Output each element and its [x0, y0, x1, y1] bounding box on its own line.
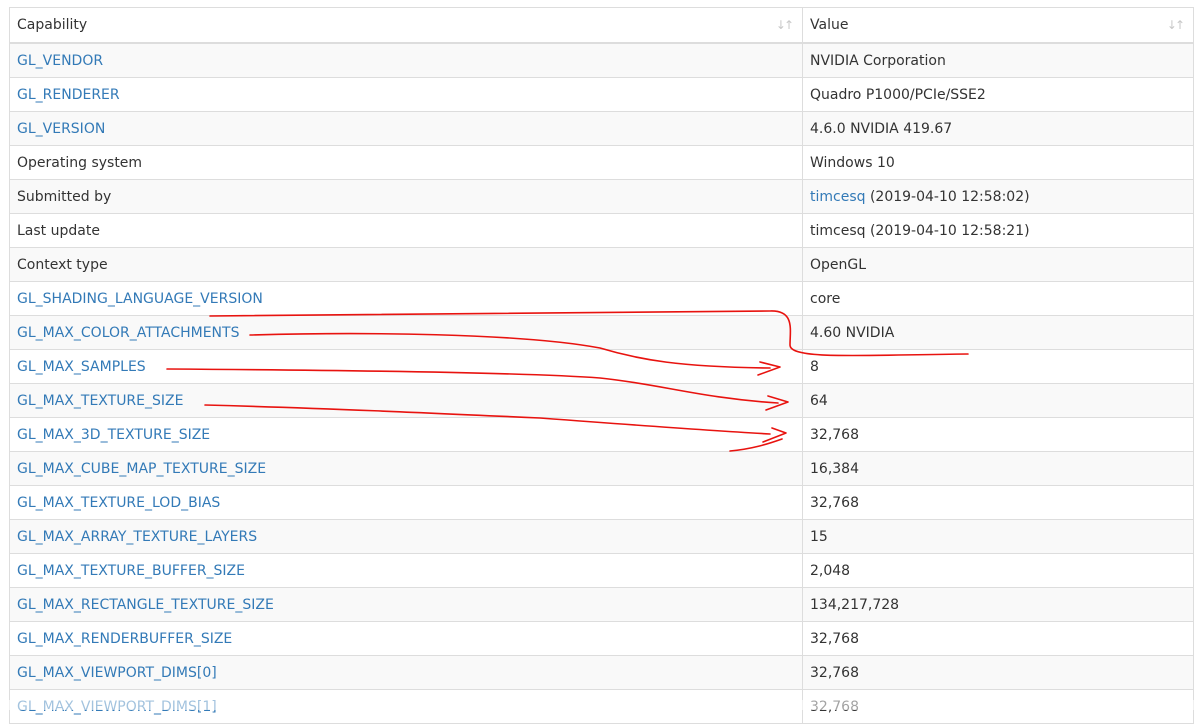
- value-cell: 15: [802, 520, 1193, 553]
- capability-link[interactable]: GL_MAX_RENDERBUFFER_SIZE: [10, 622, 802, 655]
- value-cell: 16,384: [802, 452, 1193, 485]
- column-header-label: Value: [810, 17, 849, 33]
- capability-link[interactable]: GL_MAX_SAMPLES: [10, 350, 802, 383]
- sort-arrows-icon[interactable]: ↓↑: [1167, 8, 1185, 42]
- value-cell: 32,768: [802, 656, 1193, 689]
- table-row: GL_MAX_SAMPLES 8: [10, 350, 1193, 384]
- table-row: GL_MAX_COLOR_ATTACHMENTS 4.60 NVIDIA: [10, 316, 1193, 350]
- capability-link[interactable]: GL_MAX_ARRAY_TEXTURE_LAYERS: [10, 520, 802, 553]
- column-header-label: Capability: [17, 17, 88, 33]
- value-cell: NVIDIA Corporation: [802, 44, 1193, 77]
- capability-link[interactable]: GL_MAX_RECTANGLE_TEXTURE_SIZE: [10, 588, 802, 621]
- column-header-capability[interactable]: Capability ↓↑: [10, 8, 802, 42]
- capability-label: Context type: [17, 257, 108, 273]
- capability-link[interactable]: GL_MAX_TEXTURE_BUFFER_SIZE: [10, 554, 802, 587]
- capability-link[interactable]: GL_MAX_CUBE_MAP_TEXTURE_SIZE: [10, 452, 802, 485]
- capability-link[interactable]: GL_MAX_COLOR_ATTACHMENTS: [10, 316, 802, 349]
- scroll-fade: [0, 700, 1200, 710]
- capabilities-table: Capability ↓↑ Value ↓↑ GL_VENDOR NVIDIA C…: [9, 7, 1194, 724]
- table-row: GL_RENDERER Quadro P1000/PCIe/SSE2: [10, 78, 1193, 112]
- value-text: (2019-04-10 12:58:02): [865, 189, 1030, 205]
- value-cell: OpenGL: [802, 248, 1193, 281]
- value-cell: timcesq (2019-04-10 12:58:21): [802, 214, 1193, 247]
- table-row: Last update timcesq (2019-04-10 12:58:21): [10, 214, 1193, 248]
- table-row: GL_MAX_ARRAY_TEXTURE_LAYERS 15: [10, 520, 1193, 554]
- capability-label: Last update: [17, 223, 100, 239]
- table-row: GL_SHADING_LANGUAGE_VERSION core: [10, 282, 1193, 316]
- table-row: Submitted by timcesq (2019-04-10 12:58:02…: [10, 180, 1193, 214]
- column-header-value[interactable]: Value ↓↑: [802, 8, 1193, 42]
- capability-label: Submitted by: [17, 189, 112, 205]
- capability-link[interactable]: GL_MAX_TEXTURE_LOD_BIAS: [10, 486, 802, 519]
- value-cell: 134,217,728: [802, 588, 1193, 621]
- table-row: GL_MAX_TEXTURE_LOD_BIAS 32,768: [10, 486, 1193, 520]
- table-row: Context type OpenGL: [10, 248, 1193, 282]
- table-row: GL_MAX_TEXTURE_BUFFER_SIZE 2,048: [10, 554, 1193, 588]
- capability-link[interactable]: GL_MAX_3D_TEXTURE_SIZE: [10, 418, 802, 451]
- capability-link[interactable]: GL_VENDOR: [10, 44, 802, 77]
- table-body: GL_VENDOR NVIDIA Corporation GL_RENDERER Qu…: [10, 44, 1193, 724]
- capability-link[interactable]: GL_MAX_TEXTURE_SIZE: [10, 384, 802, 417]
- value-cell: 2,048: [802, 554, 1193, 587]
- table-header: Capability ↓↑ Value ↓↑: [10, 7, 1193, 44]
- value-cell: Windows 10: [802, 146, 1193, 179]
- table-row: GL_VERSION 4.6.0 NVIDIA 419.67: [10, 112, 1193, 146]
- capability-link[interactable]: GL_RENDERER: [10, 78, 802, 111]
- capability-link[interactable]: GL_MAX_VIEWPORT_DIMS[0]: [10, 656, 802, 689]
- table-row: Operating system Windows 10: [10, 146, 1193, 180]
- value-cell: core: [802, 282, 1193, 315]
- value-cell: 32,768: [802, 486, 1193, 519]
- value-cell: 8: [802, 350, 1193, 383]
- table-row: GL_MAX_CUBE_MAP_TEXTURE_SIZE 16,384: [10, 452, 1193, 486]
- sort-arrows-icon[interactable]: ↓↑: [776, 8, 794, 42]
- value-cell: Quadro P1000/PCIe/SSE2: [802, 78, 1193, 111]
- capability-link[interactable]: GL_SHADING_LANGUAGE_VERSION: [10, 282, 802, 315]
- table-row: GL_VENDOR NVIDIA Corporation: [10, 44, 1193, 78]
- submitter-link[interactable]: timcesq: [810, 189, 866, 205]
- value-cell: 32,768: [802, 418, 1193, 451]
- capability-link[interactable]: GL_VERSION: [10, 112, 802, 145]
- table-row: GL_MAX_RECTANGLE_TEXTURE_SIZE 134,217,728: [10, 588, 1193, 622]
- table-row: GL_MAX_3D_TEXTURE_SIZE 32,768: [10, 418, 1193, 452]
- table-row: GL_MAX_TEXTURE_SIZE 64: [10, 384, 1193, 418]
- value-cell: 4.6.0 NVIDIA 419.67: [802, 112, 1193, 145]
- table-row: GL_MAX_VIEWPORT_DIMS[0] 32,768: [10, 656, 1193, 690]
- value-cell: 32,768: [802, 622, 1193, 655]
- table-row: GL_MAX_RENDERBUFFER_SIZE 32,768: [10, 622, 1193, 656]
- value-cell: 4.60 NVIDIA: [802, 316, 1193, 349]
- value-cell: 64: [802, 384, 1193, 417]
- capability-label: Operating system: [17, 155, 143, 171]
- value-cell: timcesq (2019-04-10 12:58:02): [802, 180, 1193, 213]
